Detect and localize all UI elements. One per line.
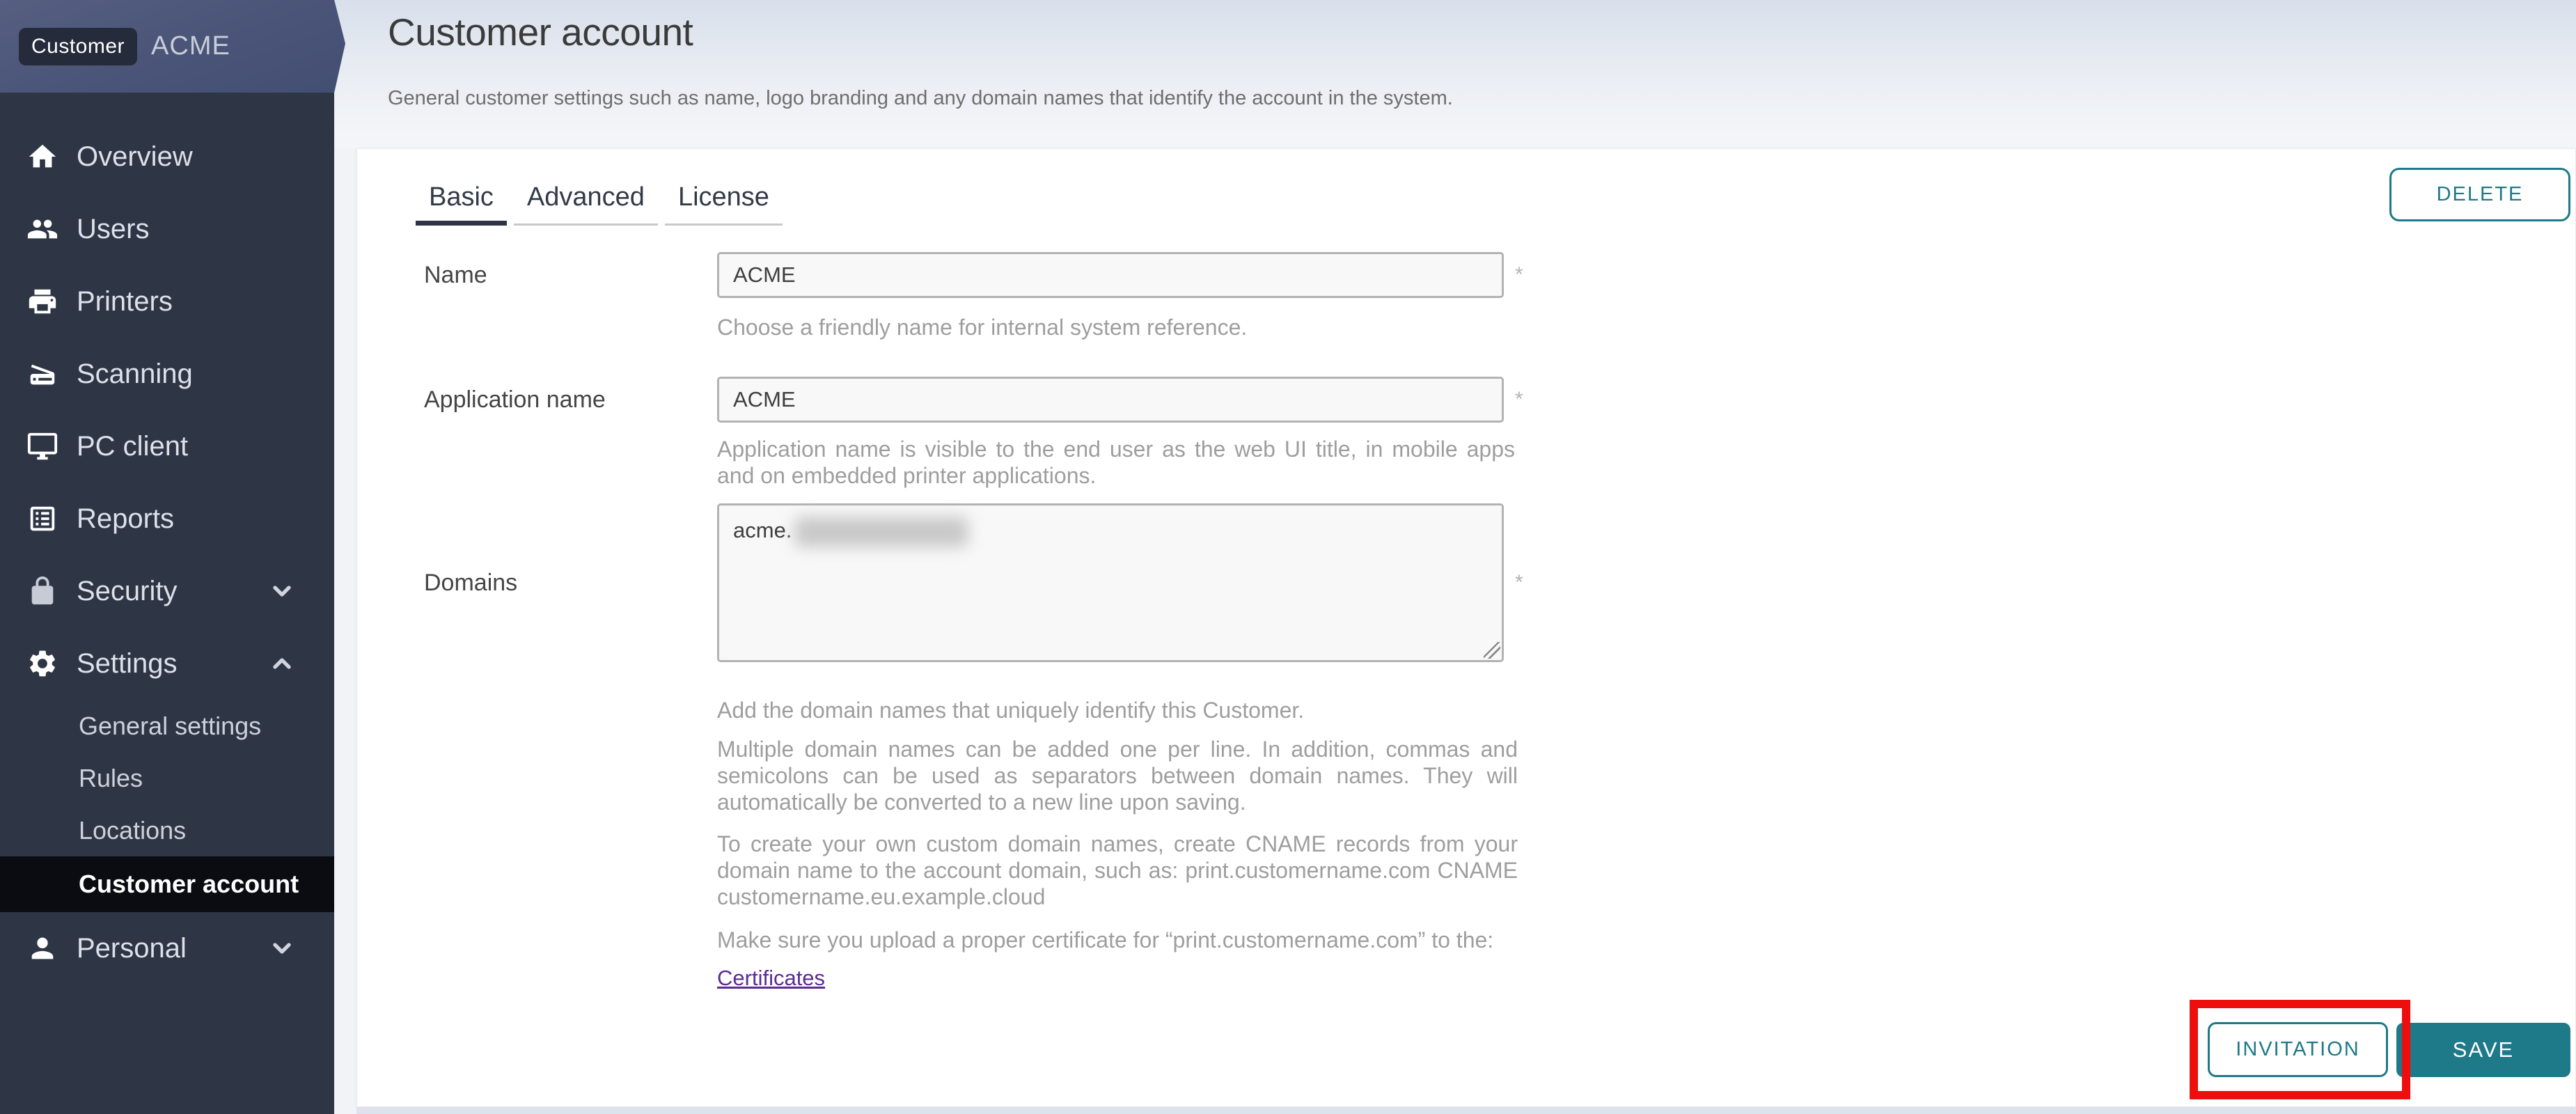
domains-helper-1: Add the domain names that uniquely ident…: [717, 697, 1518, 723]
page-bottom-strip: [356, 1107, 2576, 1114]
sidebar-item-label: Printers: [77, 286, 173, 317]
settings-card: Basic Advanced License DELETE Name * Cho…: [356, 148, 2576, 1107]
chevron-down-icon: [268, 577, 296, 605]
sidebar-item-scanning[interactable]: Scanning: [0, 338, 334, 410]
sidebar-item-label: Security: [77, 576, 178, 607]
invitation-button[interactable]: INVITATION: [2208, 1022, 2388, 1077]
domains-helper-3: To create your own custom domain names, …: [717, 831, 1518, 910]
customer-context-badge: Customer: [19, 28, 137, 65]
sidebar-item-personal[interactable]: Personal: [0, 912, 334, 984]
domains-helper-block: Add the domain names that uniquely ident…: [717, 697, 1518, 991]
delete-button[interactable]: DELETE: [2389, 168, 2570, 221]
certificates-link[interactable]: Certificates: [717, 966, 825, 991]
sidebar-item-label: Scanning: [77, 359, 193, 390]
sidebar-item-users[interactable]: Users: [0, 193, 334, 265]
domains-required-asterisk: *: [1515, 503, 1523, 662]
name-required-asterisk: *: [1515, 252, 1523, 298]
domains-field-label: Domains: [424, 503, 517, 662]
sidebar-subitem-label: Customer account: [79, 870, 299, 899]
scanner-icon: [26, 358, 58, 390]
domains-helper-2: Multiple domain names can be added one p…: [717, 736, 1518, 815]
account-name: ACME: [151, 31, 230, 61]
sidebar-item-customer-account[interactable]: Customer account: [0, 856, 334, 912]
application-name-field-label: Application name: [424, 377, 606, 423]
sidebar-item-printers[interactable]: Printers: [0, 265, 334, 338]
sidebar-item-label: Personal: [77, 933, 187, 964]
application-name-input[interactable]: [717, 377, 1504, 423]
sidebar-subitem-label: Locations: [79, 816, 186, 845]
sidebar-item-label: Overview: [77, 141, 193, 173]
application-name-required-asterisk: *: [1515, 377, 1523, 423]
page-header: Customer account General customer settin…: [334, 0, 2576, 148]
home-icon: [26, 141, 58, 173]
sidebar-item-settings[interactable]: Settings: [0, 627, 334, 700]
tab-advanced[interactable]: Advanced: [514, 178, 658, 226]
sidebar-item-reports[interactable]: Reports: [0, 483, 334, 555]
name-input[interactable]: [717, 252, 1504, 298]
sidebar-item-general-settings[interactable]: General settings: [0, 700, 334, 752]
report-table-icon: [26, 503, 58, 535]
chevron-up-icon: [268, 650, 296, 677]
sidebar-item-label: Settings: [77, 648, 178, 680]
printer-icon: [26, 285, 58, 317]
application-name-helper-text: Application name is visible to the end u…: [717, 436, 1515, 489]
gear-icon: [26, 648, 58, 680]
chevron-down-icon: [268, 934, 296, 962]
textarea-resize-handle[interactable]: [1484, 642, 1500, 659]
sidebar-subitem-label: Rules: [79, 764, 143, 793]
save-button[interactable]: SAVE: [2396, 1023, 2570, 1077]
sidebar-item-label: Reports: [77, 503, 174, 535]
sidebar: Customer ACME Overview Users Printers: [0, 0, 334, 1114]
sidebar-item-security[interactable]: Security: [0, 555, 334, 627]
sidebar-nav: Overview Users Printers Scanning PC clie…: [0, 120, 334, 984]
tab-license[interactable]: License: [665, 178, 783, 226]
name-helper-text: Choose a friendly name for internal syst…: [717, 314, 1515, 340]
sidebar-item-label: Users: [77, 214, 149, 245]
users-group-icon: [26, 213, 58, 245]
page-description: General customer settings such as name, …: [388, 87, 1453, 110]
sidebar-item-label: PC client: [77, 431, 188, 462]
tab-basic[interactable]: Basic: [416, 178, 507, 226]
desktop-monitor-icon: [26, 430, 58, 462]
name-field-label: Name: [424, 252, 487, 298]
person-icon: [26, 932, 58, 964]
domains-textarea[interactable]: acme.: [717, 503, 1504, 662]
tab-bar: Basic Advanced License: [416, 178, 790, 226]
page-title: Customer account: [388, 10, 693, 54]
main-content: Customer account General customer settin…: [334, 0, 2576, 1114]
sidebar-item-pc-client[interactable]: PC client: [0, 410, 334, 483]
domains-helper-4: Make sure you upload a proper certificat…: [717, 927, 1518, 953]
sidebar-item-locations[interactable]: Locations: [0, 804, 334, 856]
sidebar-item-rules[interactable]: Rules: [0, 752, 334, 804]
sidebar-item-overview[interactable]: Overview: [0, 120, 334, 193]
sidebar-subitem-label: General settings: [79, 712, 261, 741]
redacted-domain-blur: [794, 517, 968, 547]
customer-context-header: Customer ACME: [0, 0, 345, 93]
lock-icon: [26, 575, 58, 607]
domains-value-prefix: acme.: [733, 518, 792, 542]
